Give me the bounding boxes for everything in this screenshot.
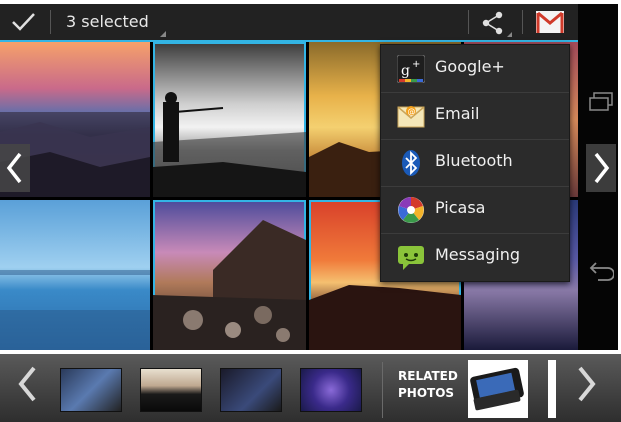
share-item-google-plus[interactable]: g + Google+ <box>381 45 569 93</box>
related-photo-thumbnail[interactable] <box>468 360 528 418</box>
share-item-label: Picasa <box>435 198 486 217</box>
recent-apps-icon[interactable] <box>588 92 614 112</box>
action-bar-divider <box>468 10 469 34</box>
lake-scene <box>0 270 150 350</box>
carousel-thumbnail[interactable] <box>140 368 202 412</box>
carousel-thumbnail[interactable] <box>60 368 122 412</box>
chevron-left-icon <box>6 152 22 184</box>
photo-thumbnail[interactable] <box>0 200 150 350</box>
rocky-shore-scene <box>153 220 306 350</box>
fisherman-scene <box>153 92 306 197</box>
photo-thumbnail[interactable] <box>153 42 306 197</box>
svg-text:@: @ <box>408 107 416 116</box>
svg-text:g: g <box>401 63 410 79</box>
related-label-line: PHOTOS <box>398 386 455 400</box>
screenshot-carousel: RELATED PHOTOS <box>0 354 621 422</box>
carousel-thumbnail[interactable] <box>300 368 362 412</box>
share-dropdown-indicator-icon <box>507 32 512 37</box>
next-photo-button[interactable] <box>586 144 616 192</box>
previous-photo-button[interactable] <box>0 144 30 192</box>
bluetooth-icon <box>402 150 420 176</box>
carousel-divider <box>382 362 383 418</box>
dropdown-indicator-icon <box>160 31 166 37</box>
action-bar: 3 selected <box>0 4 578 42</box>
related-photo-thumbnail-partial[interactable] <box>548 360 556 418</box>
share-item-label: Google+ <box>435 57 505 76</box>
share-item-email[interactable]: @ Email <box>381 92 569 140</box>
share-menu: g + Google+ @ Email Bluetooth Picasa Mes… <box>380 44 570 282</box>
related-label-line: RELATED <box>398 369 458 383</box>
share-item-label: Bluetooth <box>435 151 513 170</box>
share-item-label: Email <box>435 104 480 123</box>
check-icon[interactable] <box>8 10 38 34</box>
action-bar-divider <box>50 10 51 34</box>
selection-dropdown[interactable]: 3 selected <box>66 4 166 40</box>
picasa-icon <box>398 197 424 223</box>
carousel-next-button[interactable] <box>572 362 602 406</box>
related-photos-label: RELATED PHOTOS <box>398 368 458 402</box>
share-item-label: Messaging <box>435 245 521 264</box>
phone-device-image <box>470 367 524 411</box>
svg-text:+: + <box>412 59 420 70</box>
share-item-bluetooth[interactable]: Bluetooth <box>381 139 569 187</box>
photo-thumbnail[interactable] <box>153 200 306 350</box>
gmail-icon[interactable] <box>536 11 564 33</box>
action-bar-divider <box>522 10 523 34</box>
carousel-thumbnail[interactable] <box>220 368 282 412</box>
gallery-screen: 3 selected g + Google+ @ Email Bluetooth… <box>0 4 578 350</box>
share-item-messaging[interactable]: Messaging <box>381 233 569 280</box>
google-plus-icon: g + <box>397 55 425 83</box>
messaging-icon <box>398 246 424 270</box>
chevron-right-icon <box>594 152 610 184</box>
back-icon[interactable] <box>586 260 614 282</box>
share-icon[interactable] <box>480 10 506 36</box>
share-item-picasa[interactable]: Picasa <box>381 186 569 234</box>
email-icon: @ <box>397 106 425 128</box>
selection-title: 3 selected <box>66 12 149 31</box>
carousel-prev-button[interactable] <box>12 362 42 406</box>
